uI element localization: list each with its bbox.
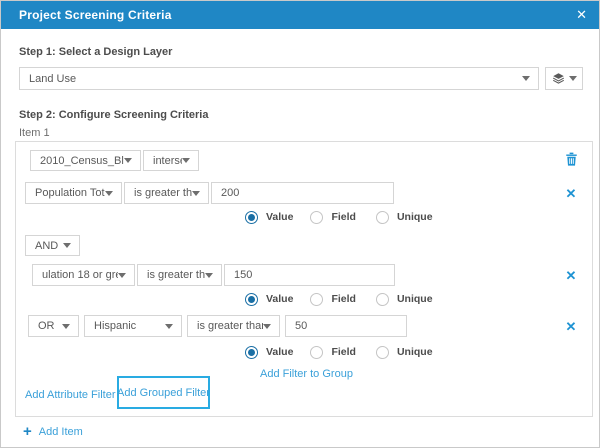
- radio-field-label: Field: [331, 211, 356, 223]
- filter2-operator-dropdown[interactable]: is greater than: [137, 264, 222, 286]
- dialog-title: Project Screening Criteria: [19, 8, 172, 22]
- radio-field[interactable]: Field: [310, 210, 356, 224]
- logic-and-value: AND: [35, 239, 59, 252]
- step2-label: Step 2: Configure Screening Criteria: [19, 109, 209, 121]
- filter2-mode-radios: Value Field Unique: [245, 292, 433, 306]
- chevron-down-icon: [522, 76, 530, 81]
- radio-unique-label: Unique: [396, 346, 433, 358]
- project-screening-criteria-dialog: Project Screening Criteria ✕ Step 1: Sel…: [0, 0, 600, 448]
- radio-value-selected[interactable]: Value: [245, 292, 294, 306]
- radio-unique[interactable]: Unique: [375, 345, 433, 359]
- radio-field[interactable]: Field: [310, 292, 356, 306]
- add-item-label: Add Item: [38, 426, 83, 438]
- add-item-button[interactable]: + Add Item: [23, 423, 83, 440]
- chevron-down-icon: [62, 323, 70, 329]
- filter2-field-dropdown[interactable]: ulation 18 or greater: [32, 264, 135, 286]
- add-grouped-filter-button[interactable]: Add Grouped Filter: [117, 376, 210, 409]
- dialog-header: Project Screening Criteria ✕: [1, 1, 599, 29]
- logic-or-dropdown[interactable]: OR: [28, 315, 79, 337]
- filter2-field-value: ulation 18 or greater: [42, 269, 118, 281]
- filter2-value-input[interactable]: [224, 264, 395, 286]
- chevron-down-icon: [192, 190, 200, 196]
- add-filter-to-group-link[interactable]: Add Filter to Group: [260, 368, 353, 380]
- trash-icon: [564, 151, 579, 167]
- logic-and-dropdown[interactable]: AND: [25, 235, 80, 256]
- chevron-down-icon: [118, 272, 126, 278]
- chevron-down-icon: [568, 76, 577, 81]
- close-icon: ✕: [565, 185, 577, 201]
- filter1-operator-dropdown[interactable]: is greater than: [124, 182, 209, 204]
- criteria-layer-dropdown[interactable]: 2010_Census_Blocks: [30, 150, 141, 171]
- radio-on-icon: [245, 345, 258, 359]
- design-layer-value: Land Use: [29, 72, 77, 85]
- logic-or-value: OR: [38, 320, 55, 332]
- radio-value-label: Value: [266, 293, 294, 305]
- radio-field-label: Field: [331, 293, 356, 305]
- chevron-down-icon: [263, 323, 271, 329]
- radio-value-label: Value: [266, 211, 294, 223]
- radio-off-icon: [375, 292, 389, 306]
- layer-options-button[interactable]: [545, 67, 583, 90]
- chevron-down-icon: [205, 272, 213, 278]
- radio-off-icon: [375, 345, 389, 359]
- chevron-down-icon: [182, 158, 190, 163]
- design-layer-dropdown[interactable]: Land Use: [19, 67, 539, 90]
- spatial-operator-dropdown[interactable]: intersects: [143, 150, 199, 171]
- remove-filter2-button[interactable]: ✕: [563, 267, 579, 283]
- filter3-operator-dropdown[interactable]: is greater than: [187, 315, 280, 337]
- item1-criteria-box: 2010_Census_Blocks intersects Population…: [15, 141, 593, 417]
- item1-label: Item 1: [19, 127, 50, 139]
- radio-field-label: Field: [331, 346, 356, 358]
- remove-filter3-button[interactable]: ✕: [563, 318, 579, 334]
- add-attribute-filter-link[interactable]: Add Attribute Filter: [25, 389, 116, 401]
- step1-label: Step 1: Select a Design Layer: [19, 46, 173, 58]
- chevron-down-icon: [124, 158, 132, 163]
- chevron-down-icon: [105, 190, 113, 196]
- delete-item-button[interactable]: [562, 149, 580, 169]
- filter3-mode-radios: Value Field Unique: [245, 345, 433, 359]
- filter1-field-value: Population Total: [35, 187, 105, 199]
- spatial-operator-value: intersects: [153, 154, 182, 167]
- filter2-operator-value: is greater than: [147, 269, 205, 281]
- remove-filter1-button[interactable]: ✕: [563, 185, 579, 201]
- filter1-operator-value: is greater than: [134, 187, 192, 199]
- radio-value-label: Value: [266, 346, 294, 358]
- criteria-layer-value: 2010_Census_Blocks: [40, 154, 124, 167]
- filter3-operator-value: is greater than: [197, 320, 263, 332]
- radio-off-icon: [310, 345, 324, 359]
- filter3-value-input[interactable]: [285, 315, 407, 337]
- close-icon: ✕: [565, 267, 577, 283]
- filter1-value-input[interactable]: [211, 182, 394, 204]
- close-icon[interactable]: ✕: [576, 1, 587, 29]
- radio-unique-label: Unique: [396, 293, 433, 305]
- add-grouped-filter-link: Add Grouped Filter: [117, 386, 210, 399]
- radio-unique-label: Unique: [396, 211, 433, 223]
- layers-icon: [552, 72, 565, 85]
- chevron-down-icon: [63, 243, 71, 248]
- radio-value-selected[interactable]: Value: [245, 345, 294, 359]
- filter1-field-dropdown[interactable]: Population Total: [25, 182, 122, 204]
- filter3-field-value: Hispanic: [94, 320, 137, 332]
- plus-icon: +: [23, 423, 32, 440]
- filter3-field-dropdown[interactable]: Hispanic: [84, 315, 182, 337]
- chevron-down-icon: [165, 323, 173, 329]
- radio-off-icon: [310, 210, 324, 224]
- radio-on-icon: [245, 292, 258, 306]
- radio-field[interactable]: Field: [310, 345, 356, 359]
- radio-off-icon: [310, 292, 324, 306]
- radio-value-selected[interactable]: Value: [245, 210, 294, 224]
- radio-off-icon: [375, 210, 389, 224]
- filter1-mode-radios: Value Field Unique: [245, 210, 433, 224]
- radio-unique[interactable]: Unique: [375, 292, 433, 306]
- radio-on-icon: [245, 210, 258, 224]
- close-icon: ✕: [565, 318, 577, 334]
- radio-unique[interactable]: Unique: [375, 210, 433, 224]
